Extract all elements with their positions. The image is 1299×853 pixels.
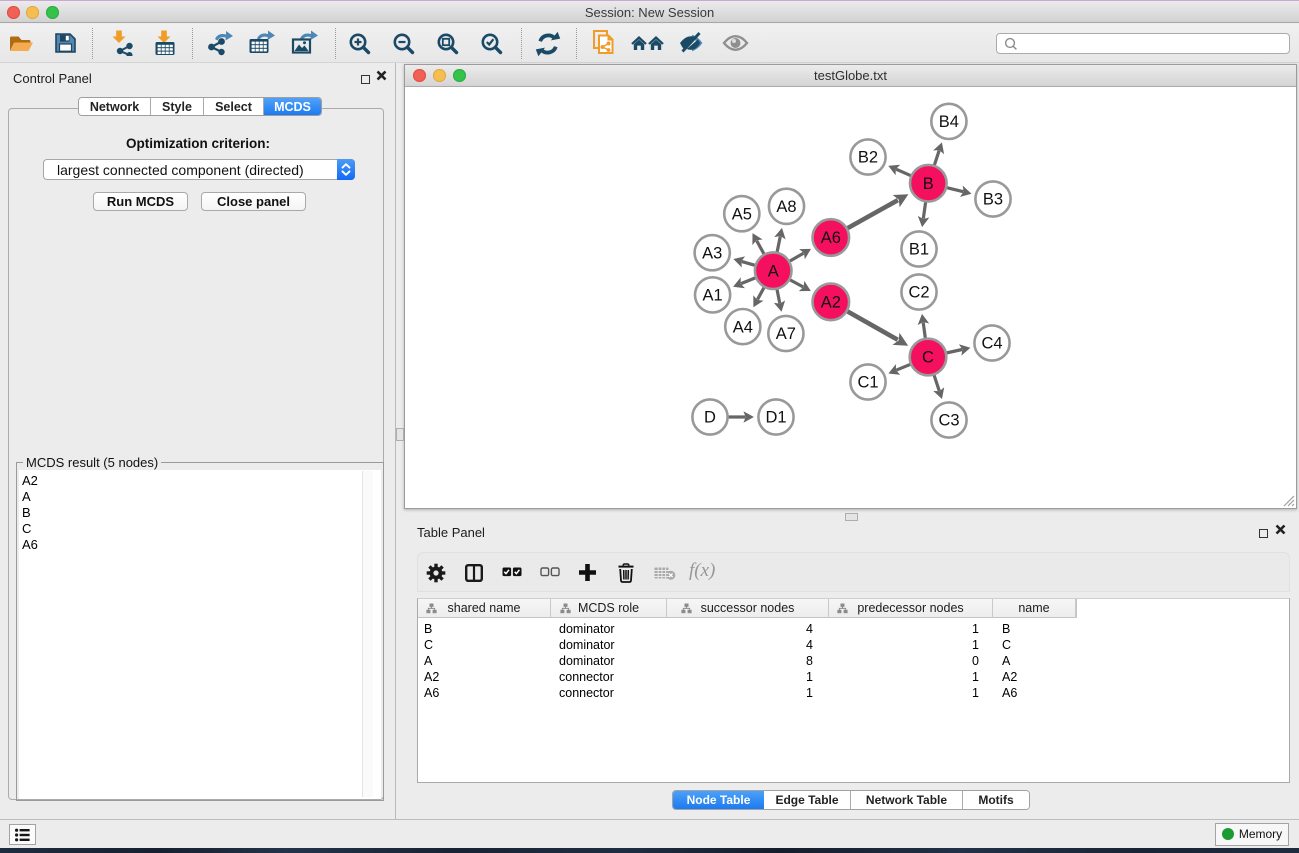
svg-text:A4: A4 [733,318,753,336]
svg-text:C2: C2 [908,284,929,302]
svg-text:A7: A7 [776,325,796,343]
svg-text:B2: B2 [858,149,878,167]
svg-text:A6: A6 [821,229,841,247]
svg-text:C3: C3 [938,412,959,430]
svg-text:D1: D1 [765,409,786,427]
svg-text:A3: A3 [702,244,722,262]
svg-text:A8: A8 [776,198,796,216]
svg-text:C1: C1 [857,374,878,392]
svg-text:B1: B1 [909,241,929,259]
svg-text:B3: B3 [983,191,1003,209]
svg-text:A: A [768,262,779,280]
svg-text:C4: C4 [981,335,1002,353]
svg-text:A1: A1 [703,287,723,305]
svg-text:B4: B4 [939,113,959,131]
svg-text:A2: A2 [821,294,841,312]
svg-text:A5: A5 [732,205,752,223]
svg-text:D: D [704,409,716,427]
svg-text:C: C [922,349,934,367]
svg-text:B: B [923,175,934,193]
